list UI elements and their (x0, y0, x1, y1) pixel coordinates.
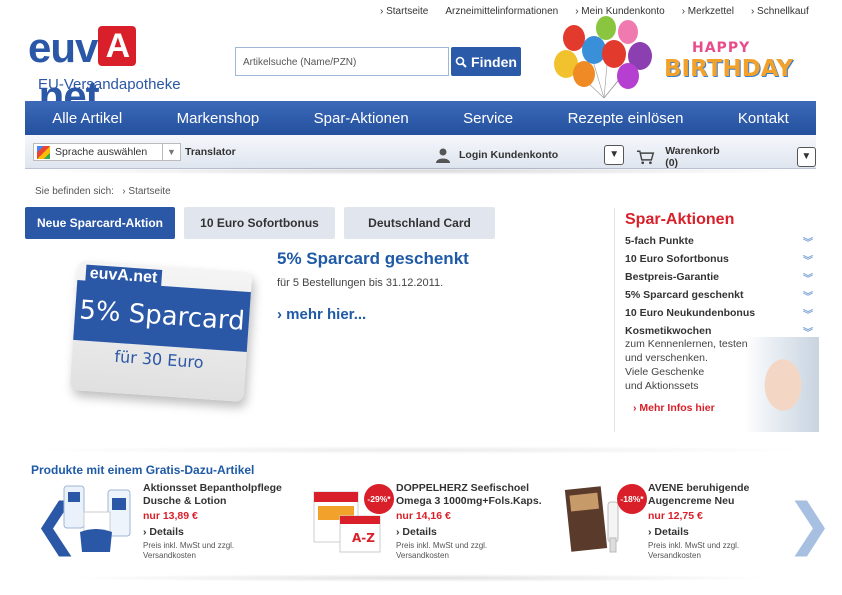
carousel-prev-icon[interactable]: ❮ (33, 495, 80, 559)
tab-sparcard-aktion[interactable]: Neue Sparcard-Aktion (25, 207, 175, 239)
spar-item[interactable]: Bestpreis-Garantie ︾ (625, 268, 813, 286)
search-button-label: Finden (471, 53, 517, 70)
spar-item[interactable]: 10 Euro Neukundenbonus ︾ (625, 304, 813, 322)
toplink-schnellkauf[interactable]: › Schnellkauf (751, 6, 809, 17)
product-card: Aktionsset Bepantholpflege Dusche & Lotio… (143, 482, 293, 561)
site-logo[interactable]: euv A.net EU-Versandapotheke (28, 24, 193, 119)
breadcrumb-label: Sie befinden sich: (35, 186, 114, 197)
chevron-down-icon: ︾ (803, 255, 813, 267)
user-icon (436, 148, 450, 163)
product-details-link[interactable]: › Details (396, 526, 546, 538)
sparcard-image[interactable]: 5% Sparcard euvA.net für 30 Euro (69, 260, 253, 402)
logo-subtitle: EU-Versandapotheke (38, 76, 181, 93)
price-note: Preis inkl. MwSt und zzgl. Versandkosten (143, 541, 235, 560)
svg-text:A-Z: A-Z (352, 531, 375, 545)
cart-label: Warenkorb (0) (665, 145, 720, 169)
product-price: nur 13,89 € (143, 510, 198, 522)
login-link[interactable]: Login Kundenkonto ▼ (435, 145, 625, 165)
product-details-link[interactable]: › Details (143, 526, 293, 538)
nav-alle-artikel[interactable]: Alle Artikel (52, 110, 122, 127)
balloons-icon (554, 16, 652, 99)
language-select-label: Sprache auswählen (55, 146, 148, 158)
spar-item[interactable]: 10 Euro Sofortbonus ︾ (625, 250, 813, 268)
toplink-merkzettel[interactable]: › Merkzettel (682, 6, 734, 17)
language-select[interactable]: Sprache auswählen ▼ (33, 143, 181, 161)
tab-sofortbonus[interactable]: 10 Euro Sofortbonus (184, 207, 335, 239)
sub-nav: Sprache auswählen ▼ Translator Login Kun… (25, 135, 816, 169)
product-details-link[interactable]: › Details (648, 526, 798, 538)
divider (60, 574, 780, 582)
breadcrumb: Sie befinden sich: › Startseite (35, 186, 171, 197)
discount-badge: -18%* (617, 484, 647, 514)
spar-description: zum Kennenlernen, testen und verschenken… (625, 338, 748, 392)
nav-service[interactable]: Service (463, 110, 513, 127)
cart-dropdown-button[interactable]: ▼ (796, 147, 816, 167)
toplink-startseite[interactable]: › Startseite (380, 6, 428, 17)
product-price: nur 12,75 € (648, 510, 703, 522)
breadcrumb-startseite[interactable]: › Startseite (122, 186, 170, 197)
login-dropdown-button[interactable]: ▼ (604, 145, 625, 165)
chevron-down-icon: ︾ (803, 237, 813, 249)
product-price: nur 14,16 € (396, 510, 451, 522)
spar-item[interactable]: 5-fach Punkte ︾ (625, 232, 813, 250)
product-name[interactable]: AVENE beruhigende Augencreme Neu (648, 482, 798, 507)
chevron-down-icon: ▼ (162, 144, 180, 160)
google-translate-icon (37, 145, 50, 159)
divider (25, 167, 815, 175)
spar-aktionen-panel: Spar-Aktionen 5-fach Punkte ︾ 10 Euro Sof… (614, 208, 819, 432)
chevron-down-icon: ︾ (803, 273, 813, 285)
chevron-down-icon: ︾ (803, 291, 813, 303)
promo-title: 5% Sparcard geschenkt (277, 249, 469, 268)
cart-icon (636, 150, 655, 165)
nav-spar-aktionen[interactable]: Spar-Aktionen (314, 110, 409, 127)
product-card: DOPPELHERZ Seefischoel Omega 3 1000mg+Fol… (396, 482, 546, 561)
main-nav: Alle Artikel Markenshop Spar-Aktionen Se… (25, 101, 816, 135)
search-input[interactable]: Artikelsuche (Name/PZN) (235, 47, 449, 76)
chevron-down-icon: ︾ (803, 309, 813, 321)
product-image-bepanthol[interactable] (62, 482, 136, 556)
cart-link[interactable]: Warenkorb (0) ▼ (636, 145, 816, 169)
promo-text: für 5 Bestellungen bis 31.12.2011. (277, 277, 444, 289)
spar-title: Spar-Aktionen (625, 211, 735, 228)
discount-badge: -29%* (364, 484, 394, 514)
nav-rezepte[interactable]: Rezepte einlösen (568, 110, 684, 127)
spar-list: 5-fach Punkte ︾ 10 Euro Sofortbonus ︾ Best… (625, 232, 813, 340)
search-button[interactable]: Finden (451, 47, 521, 76)
divider (25, 446, 815, 454)
product-name[interactable]: Aktionsset Bepantholpflege Dusche & Lotio… (143, 482, 293, 507)
products-heading: Produkte mit einem Gratis-Dazu-Artikel (31, 463, 255, 477)
toplink-arzneimittelinfo[interactable]: Arzneimittelinformationen (445, 6, 558, 17)
login-label: Login Kundenkonto (459, 149, 559, 161)
search-icon (455, 56, 467, 68)
sparcard-main-text: 5% Sparcard (73, 280, 251, 353)
price-note: Preis inkl. MwSt und zzgl. Versandkosten (396, 541, 488, 560)
product-card: AVENE beruhigende Augencreme Neu nur 12,7… (648, 482, 798, 561)
spar-more-link[interactable]: › Mehr Infos hier (633, 402, 715, 414)
product-name[interactable]: DOPPELHERZ Seefischoel Omega 3 1000mg+Fol… (396, 482, 546, 507)
translator-label: Translator (185, 146, 236, 158)
spar-item[interactable]: 5% Sparcard geschenkt ︾ (625, 286, 813, 304)
tab-deutschland-card[interactable]: Deutschland Card (344, 207, 495, 239)
promo-more-link[interactable]: › mehr hier... (277, 306, 366, 323)
price-note: Preis inkl. MwSt und zzgl. Versandkosten (648, 541, 740, 560)
nav-kontakt[interactable]: Kontakt (738, 110, 789, 127)
happy-birthday-banner: HAPPY BIRTHDAY (664, 40, 794, 82)
nav-markenshop[interactable]: Markenshop (177, 110, 260, 127)
